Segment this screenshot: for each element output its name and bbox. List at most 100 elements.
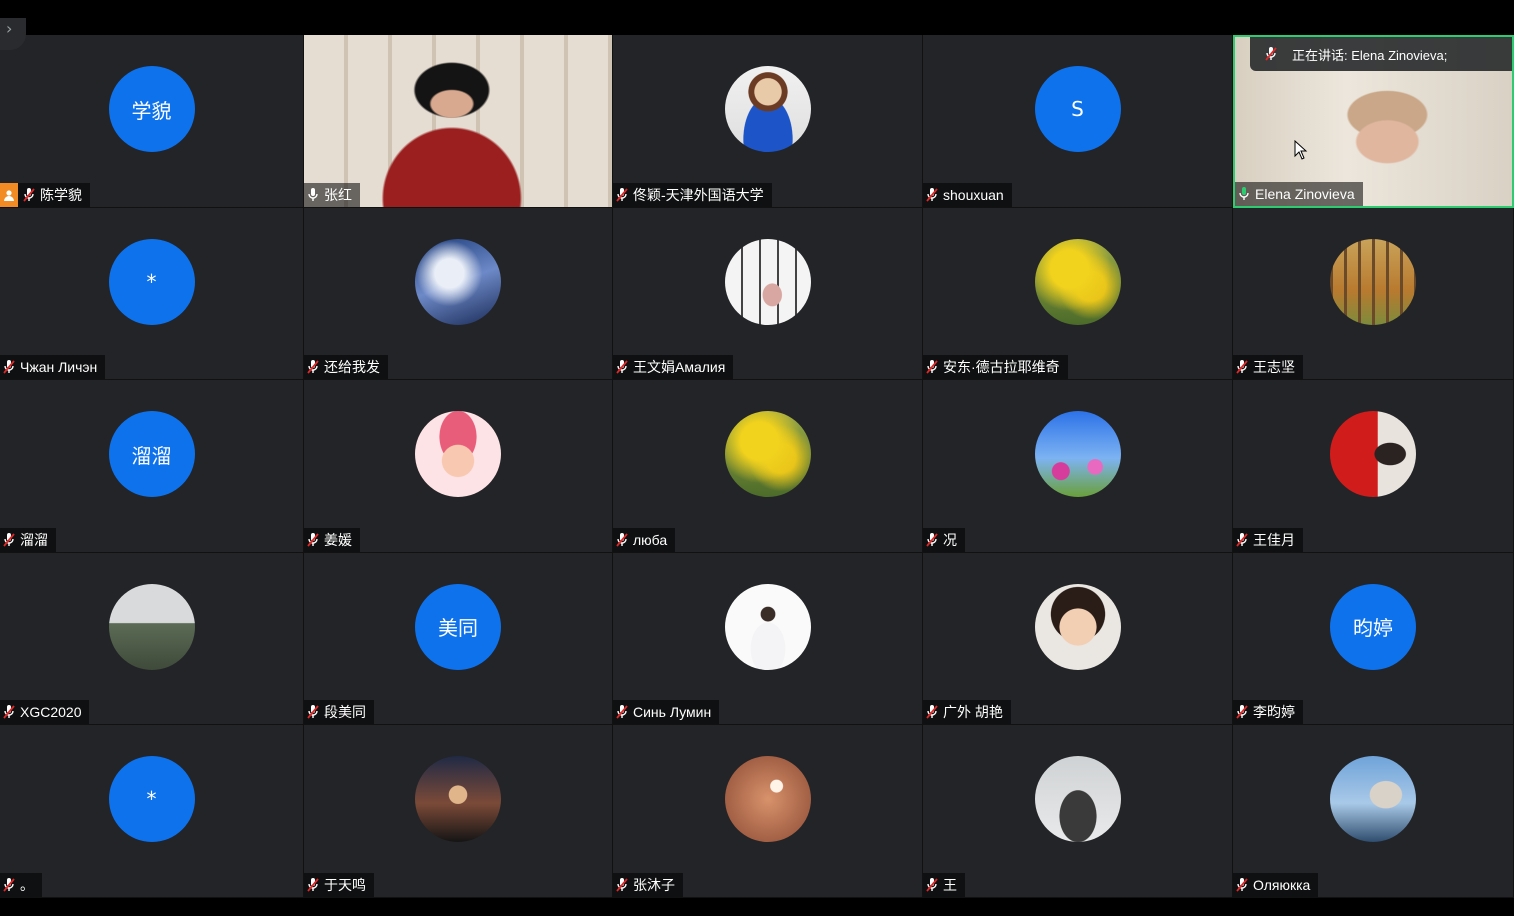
participant-name: Оляюкка	[1253, 876, 1311, 893]
participant-name: 张红	[324, 186, 352, 203]
participant-tile[interactable]: 王佳月	[1233, 380, 1514, 553]
participant-tile[interactable]: 昀婷 李昀婷	[1233, 552, 1514, 726]
participant-avatar: 溜溜	[108, 411, 195, 498]
participant-nameplate: 安东·德古拉耶维奇	[923, 355, 1068, 380]
participant-tile[interactable]: 张红	[304, 35, 613, 208]
participant-name: 王佳月	[1253, 531, 1295, 548]
mouse-cursor-icon	[1294, 140, 1308, 160]
avatar-initials: *	[146, 269, 157, 294]
participant-name: 安东·德古拉耶维奇	[943, 359, 1060, 376]
participant-tile[interactable]: *。	[0, 725, 304, 898]
participant-avatar: *	[108, 756, 195, 843]
participant-tile[interactable]: 学貌陈学貌	[0, 35, 304, 208]
participant-tile[interactable]: 于天鸣	[304, 725, 613, 898]
participant-tile[interactable]: 王文娟Амалия	[613, 207, 923, 381]
participant-name: люба	[633, 531, 668, 548]
participant-tile[interactable]: 广外 胡艳	[923, 552, 1233, 726]
mic-muted-icon	[1235, 704, 1249, 720]
participant-tile[interactable]: 张沐子	[613, 725, 923, 898]
participant-nameplate: 。	[0, 872, 42, 897]
participant-nameplate: люба	[613, 527, 676, 552]
mic-muted-icon	[925, 704, 939, 720]
mic-muted-icon	[615, 359, 629, 375]
participant-nameplate: 佟颖-天津外国语大学	[613, 182, 772, 207]
participant-name: 还给我发	[324, 359, 380, 376]
participant-name: 佟颖-天津外国语大学	[633, 186, 764, 203]
participant-tile[interactable]: 姜媛	[304, 380, 613, 553]
participant-name: 陈学貌	[40, 186, 82, 203]
participant-tile[interactable]: люба	[613, 380, 923, 553]
mic-muted-icon	[306, 359, 320, 375]
participant-avatar: *	[108, 238, 195, 325]
active-speaker-banner: 正在讲话: Elena Zinovieva;	[1250, 37, 1512, 71]
mic-muted-icon	[306, 877, 320, 893]
participant-avatar	[724, 411, 811, 498]
participant-nameplate: 张红	[304, 182, 360, 207]
participant-tile[interactable]: 溜溜 溜溜	[0, 380, 304, 553]
mic-muted-icon	[615, 877, 629, 893]
participant-tile[interactable]: 美同段美同	[304, 552, 613, 726]
mic-muted-icon	[2, 704, 16, 720]
mic-muted-icon	[925, 532, 939, 548]
participant-nameplate: 陈学貌	[0, 182, 90, 207]
participant-tile[interactable]: 王志坚	[1233, 207, 1514, 381]
participant-avatar	[415, 756, 501, 843]
participant-avatar: 昀婷	[1330, 583, 1416, 670]
top-bar	[0, 0, 1514, 35]
participant-name: Elena Zinovieva	[1255, 185, 1355, 202]
participant-tile[interactable]: 王	[923, 725, 1233, 898]
participant-nameplate: 还给我发	[304, 355, 388, 380]
participant-nameplate: Синь Лумин	[613, 700, 720, 725]
host-icon	[0, 182, 18, 207]
participant-tile[interactable]: XGC2020	[0, 552, 304, 726]
participant-tile[interactable]: Оляюкка	[1233, 725, 1514, 898]
participant-tile[interactable]: Elena Zinovieva 正在讲话: Elena Zinovieva;	[1233, 35, 1514, 208]
mic-muted-icon	[306, 704, 320, 720]
active-speaker-label: 正在讲话: Elena Zinovieva;	[1292, 47, 1448, 63]
mic-icon	[306, 187, 320, 203]
participant-nameplate: 王志坚	[1233, 355, 1303, 380]
avatar-initials: 美同	[438, 616, 478, 641]
mic-muted-icon	[306, 532, 320, 548]
participant-nameplate: Elena Zinovieva	[1235, 181, 1363, 206]
participant-name: 王志坚	[1253, 359, 1295, 376]
mic-muted-icon	[925, 359, 939, 375]
participant-video	[304, 35, 612, 207]
mic-icon	[1237, 186, 1251, 202]
mic-muted-icon	[615, 532, 629, 548]
participant-name: 溜溜	[20, 531, 48, 548]
participant-avatar	[724, 756, 811, 843]
participant-tile[interactable]: 佟颖-天津外国语大学	[613, 35, 923, 208]
participant-name: 姜媛	[324, 531, 352, 548]
participant-avatar	[724, 238, 811, 325]
participant-tile[interactable]: 安东·德古拉耶维奇	[923, 207, 1233, 381]
participant-nameplate: Чжан Личэн	[0, 355, 106, 380]
participant-nameplate: shouxuan	[923, 182, 1012, 207]
participant-name: 。	[20, 876, 34, 893]
participant-tile[interactable]: * Чжан Личэн	[0, 207, 304, 381]
participant-tile[interactable]: 况	[923, 380, 1233, 553]
participant-avatar: 学貌	[108, 66, 195, 152]
participant-nameplate: 张沐子	[613, 872, 683, 897]
mic-muted-icon	[2, 877, 16, 893]
participant-tile[interactable]: Синь Лумин	[613, 552, 923, 726]
mic-muted-icon	[2, 532, 16, 548]
participant-nameplate: 段美同	[304, 700, 374, 725]
participant-avatar	[1330, 238, 1416, 325]
participant-avatar	[724, 583, 811, 670]
avatar-initials: 学貌	[131, 98, 172, 123]
participant-tile[interactable]: 还给我发	[304, 207, 613, 381]
participant-tile[interactable]: Sshouxuan	[923, 35, 1233, 208]
participant-avatar	[1034, 756, 1121, 843]
mic-muted-icon	[1264, 46, 1278, 62]
avatar-initials: S	[1071, 97, 1084, 121]
participant-name: 于天鸣	[324, 876, 366, 893]
participant-name: 广外 胡艳	[943, 704, 1003, 721]
bottom-bar	[0, 898, 1514, 916]
participant-nameplate: 姜媛	[304, 527, 360, 552]
participant-avatar	[1330, 411, 1416, 498]
mic-muted-icon	[1235, 532, 1249, 548]
gallery-view: 学貌 陈学貌 张红 佟颖-天津外国语大学 Sshouxuan Elena Zinoviev…	[0, 35, 1514, 898]
participant-nameplate: 王佳月	[1233, 527, 1303, 552]
participant-avatar	[415, 411, 501, 498]
